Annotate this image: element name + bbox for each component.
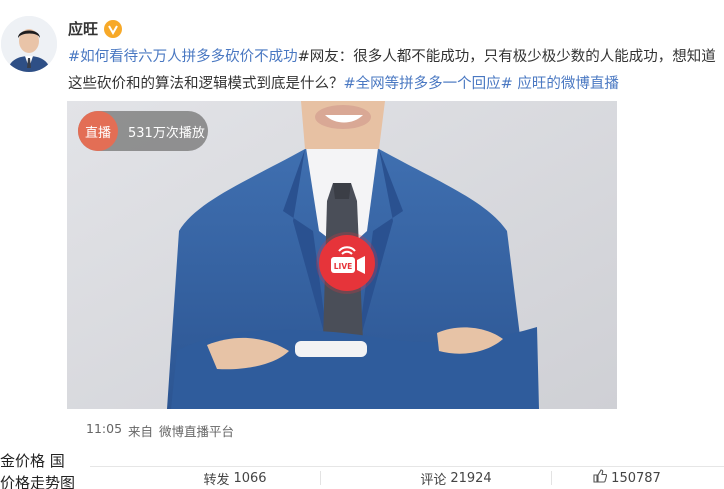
verified-badge-icon: [104, 19, 123, 38]
sidebar-snippet: 金价格 国 价格走势图: [0, 450, 75, 489]
comment-label: 评论: [420, 472, 447, 488]
comment-button[interactable]: 评论 21924: [361, 469, 551, 488]
live-video-player[interactable]: 直播 531万次播放 LIVE: [67, 101, 617, 409]
author-name[interactable]: 应旺: [68, 18, 98, 39]
author-row: 应旺: [68, 18, 123, 39]
live-channel-link[interactable]: 应旺的微博直播: [517, 76, 619, 92]
avatar[interactable]: [1, 16, 57, 72]
post-text: #如何看待六万人拼多多砍价不成功#网友：很多人都不能成功，只有极少极少数的人能成…: [68, 44, 718, 98]
repost-label: 转发: [203, 472, 230, 488]
sidebar-snippet-line[interactable]: 金价格 国: [0, 450, 75, 472]
live-badge-text: LIVE: [334, 262, 353, 271]
sidebar-snippet-line[interactable]: 价格走势图: [0, 472, 75, 489]
comment-count: 21924: [450, 470, 492, 486]
thumbs-up-icon: [593, 469, 608, 487]
divider: [551, 471, 552, 485]
post-meta: 11:05 来自 微博直播平台: [86, 421, 234, 440]
like-count: 150787: [611, 470, 661, 486]
divider: [320, 471, 321, 485]
view-count: 531万次播放: [128, 125, 205, 141]
live-status-pill: 直播 531万次播放: [78, 111, 208, 151]
source-link[interactable]: 微博直播平台: [159, 421, 234, 440]
source-prefix: 来自: [128, 424, 154, 439]
hashtag-link[interactable]: #如何看待六万人拼多多砍价不成功: [68, 49, 298, 65]
post-time[interactable]: 11:05: [86, 421, 122, 440]
action-bar: 转发 1066 评论 21924 150787: [90, 466, 724, 489]
repost-button[interactable]: 转发 1066: [150, 469, 320, 488]
live-play-icon[interactable]: LIVE: [319, 235, 375, 291]
hashtag-link[interactable]: #全网等拼多多一个回应#: [344, 76, 513, 92]
live-label: 直播: [78, 111, 118, 151]
like-button[interactable]: 150787: [572, 469, 682, 487]
repost-count: 1066: [233, 470, 267, 486]
